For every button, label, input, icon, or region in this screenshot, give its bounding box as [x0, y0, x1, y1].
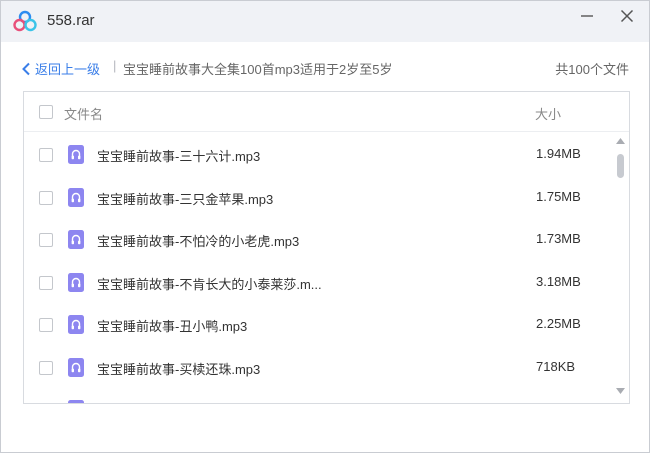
file-size: 1.75MB [536, 188, 581, 204]
table-row-partial[interactable] [24, 388, 614, 404]
file-size: 1.73MB [536, 231, 581, 246]
cloud-logo-icon [13, 10, 37, 32]
table-row[interactable]: 宝宝睡前故事-买椟还珠.mp3 718KB [24, 346, 614, 389]
close-icon [620, 9, 634, 23]
table-row[interactable]: 宝宝睡前故事-丑小鸭.mp3 2.25MB [24, 303, 614, 346]
file-name: 宝宝睡前故事-丑小鸭.mp3 [97, 319, 248, 334]
file-rows: 宝宝睡前故事-三十六计.mp3 1.94MB 宝宝睡前故事-三只金苹果.mp3 … [24, 133, 614, 404]
column-header-size[interactable]: 大小 [535, 104, 561, 123]
vertical-scrollbar[interactable] [612, 133, 629, 403]
chevron-left-icon [22, 62, 30, 75]
audio-file-icon [68, 230, 84, 249]
list-header: 文件名 大小 [24, 92, 629, 132]
file-name: 宝宝睡前故事-不肯长大的小泰莱莎.m... [97, 276, 322, 292]
audio-file-icon [68, 357, 84, 377]
breadcrumb: 返回上一级 | 宝宝睡前故事大全集100首mp3适用于2岁至5岁 共100个文件 [1, 42, 649, 90]
table-row[interactable]: 宝宝睡前故事-不肯长大的小泰莱莎.m... 3.18MB [24, 261, 614, 304]
file-list: 文件名 大小 宝宝睡前故事-三十六计.mp3 1.94MB 宝宝睡前故事-三只金… [23, 91, 630, 404]
audio-file-icon [68, 315, 84, 334]
select-all-checkbox[interactable] [39, 105, 53, 119]
close-button[interactable] [607, 1, 647, 31]
row-checkbox[interactable] [39, 233, 53, 247]
file-name: 宝宝睡前故事-不怕冷的小老虎.mp3 [97, 234, 300, 249]
file-count: 共100个文件 [555, 62, 629, 77]
file-size: 1.94MB [536, 146, 581, 161]
row-checkbox[interactable] [39, 318, 53, 332]
folder-path: 宝宝睡前故事大全集100首mp3适用于2岁至5岁 [123, 62, 393, 77]
audio-file-icon [68, 187, 84, 207]
file-size: 3.18MB [536, 273, 581, 289]
audio-file-icon [68, 400, 84, 403]
table-row[interactable]: 宝宝睡前故事-不怕冷的小老虎.mp3 1.73MB [24, 218, 614, 261]
file-name: 宝宝睡前故事-三十六计.mp3 [97, 149, 261, 164]
file-size: 718KB [536, 358, 576, 374]
row-checkbox[interactable] [39, 360, 53, 375]
row-checkbox[interactable] [39, 403, 53, 404]
minimize-button[interactable] [567, 1, 607, 31]
row-checkbox[interactable] [39, 275, 53, 290]
table-row[interactable]: 宝宝睡前故事-三只金苹果.mp3 1.75MB [24, 176, 614, 219]
file-name: 宝宝睡前故事-买椟还珠.mp3 [97, 361, 261, 377]
window-title: 558.rar [47, 12, 95, 29]
minimize-icon [581, 15, 593, 17]
back-label: 返回上一级 [35, 62, 101, 77]
breadcrumb-separator: | [113, 58, 117, 73]
row-checkbox[interactable] [39, 148, 53, 162]
scroll-down-arrow-icon[interactable] [615, 387, 626, 395]
table-row[interactable]: 宝宝睡前故事-三十六计.mp3 1.94MB [24, 133, 614, 176]
row-checkbox[interactable] [39, 190, 53, 205]
file-size: 2.25MB [536, 316, 581, 331]
audio-file-icon [68, 145, 84, 164]
title-bar[interactable]: 558.rar [1, 1, 649, 42]
file-name: 宝宝睡前故事-三只金苹果.mp3 [97, 191, 274, 207]
scrollbar-thumb[interactable] [617, 154, 624, 178]
column-header-name[interactable]: 文件名 [64, 104, 103, 123]
rar-preview-window: 558.rar 返回上一级 | 宝宝睡前故事大全集100首mp3适用于2岁至5岁… [0, 0, 650, 453]
back-button[interactable]: 返回上一级 [21, 59, 100, 78]
scroll-up-arrow-icon[interactable] [615, 137, 626, 145]
audio-file-icon [68, 272, 84, 292]
